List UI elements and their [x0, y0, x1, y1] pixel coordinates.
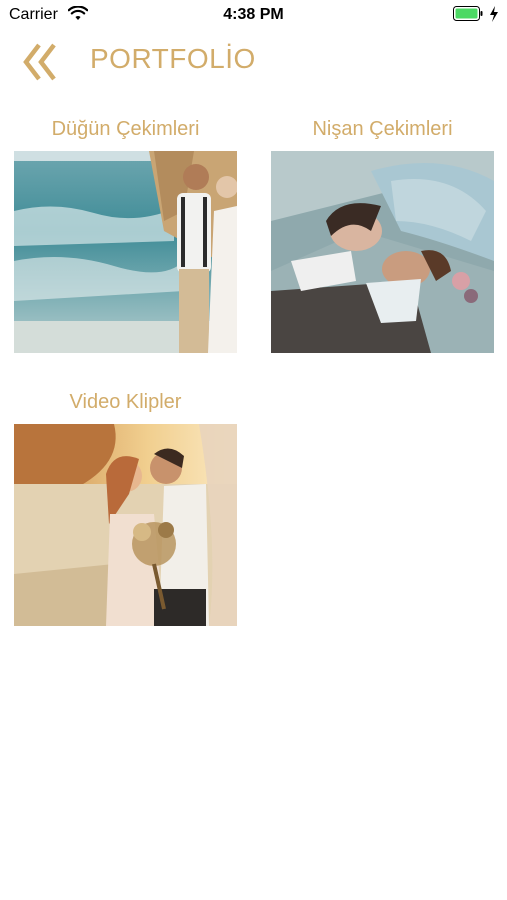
status-time: 4:38 PM [223, 6, 284, 23]
status-bar: Carrier 4:38 PM [0, 0, 507, 30]
page-title: PORTFOLİO [90, 43, 256, 74]
card-label: Nişan Çekimleri [312, 118, 453, 140]
wedding-photo-image [14, 151, 237, 353]
video-clips-photo-image [14, 424, 237, 626]
wedding-photo[interactable] [14, 151, 237, 353]
engagement-photo-image [271, 151, 494, 353]
card-label: Video Klipler [69, 391, 182, 413]
card-label: Düğün Çekimleri [51, 118, 200, 140]
double-chevron-left-icon [23, 43, 56, 81]
portfolio-card-wedding[interactable]: Düğün Çekimleri [14, 114, 237, 144]
portfolio-card-video[interactable]: Video Klipler [14, 387, 237, 417]
portfolio-card-engagement[interactable]: Nişan Çekimleri [271, 114, 494, 144]
video-clips-photo[interactable] [14, 424, 237, 626]
back-button[interactable] [22, 42, 58, 82]
engagement-photo[interactable] [271, 151, 494, 353]
battery-icon [453, 6, 483, 21]
charging-icon [489, 6, 499, 22]
